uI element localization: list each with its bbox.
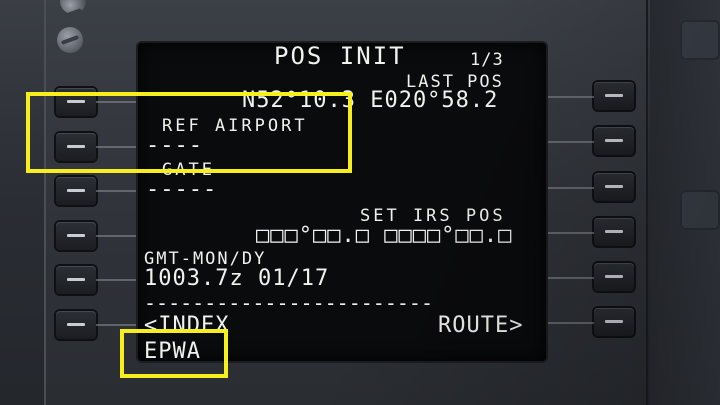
lsk-connector [546, 141, 594, 143]
lsk-connector [546, 187, 594, 189]
page-indicator: 1/3 [470, 50, 504, 70]
lsk-connector [546, 322, 594, 324]
screw-icon [57, 27, 83, 53]
lsk-connector [546, 277, 594, 279]
lsk-2r-button[interactable] [594, 127, 634, 155]
gate-field[interactable]: ----- [146, 179, 217, 201]
separator-line: ------------------------ [144, 291, 433, 315]
gmt-mon-dy-value: 1003.7z 01/17 [144, 266, 330, 291]
lsk-3r-button[interactable] [594, 173, 634, 201]
cdu-display: POS INIT 1/3 LAST POS N52°10.3 E020°58.2… [138, 42, 546, 363]
lsk-6l-button[interactable] [56, 311, 96, 339]
lsk-connector [546, 232, 594, 234]
panel-slot [680, 190, 720, 230]
lsk-connector [96, 190, 138, 192]
lsk-4l-button[interactable] [56, 222, 96, 250]
route-link[interactable]: ROUTE> [438, 315, 523, 337]
lsk-4r-button[interactable] [594, 218, 634, 246]
ref-airport-highlight-box [26, 92, 352, 173]
lsk-1r-button[interactable] [594, 82, 634, 110]
lsk-connector [546, 96, 594, 98]
set-irs-pos-field[interactable]: □□□°□□.□ □□□□°□□.□ [256, 225, 512, 247]
lsk-6r-button[interactable] [594, 308, 634, 336]
scratchpad-highlight-box [120, 329, 228, 378]
lsk-5l-button[interactable] [56, 266, 96, 294]
lsk-connector [96, 235, 138, 237]
lsk-connector [96, 279, 138, 281]
lsk-connector [96, 324, 138, 326]
panel-slot [680, 20, 720, 60]
lsk-5r-button[interactable] [594, 263, 634, 291]
page-title: POS INIT [274, 42, 406, 70]
lsk-3l-button[interactable] [56, 177, 96, 205]
adjacent-panel [650, 0, 720, 405]
